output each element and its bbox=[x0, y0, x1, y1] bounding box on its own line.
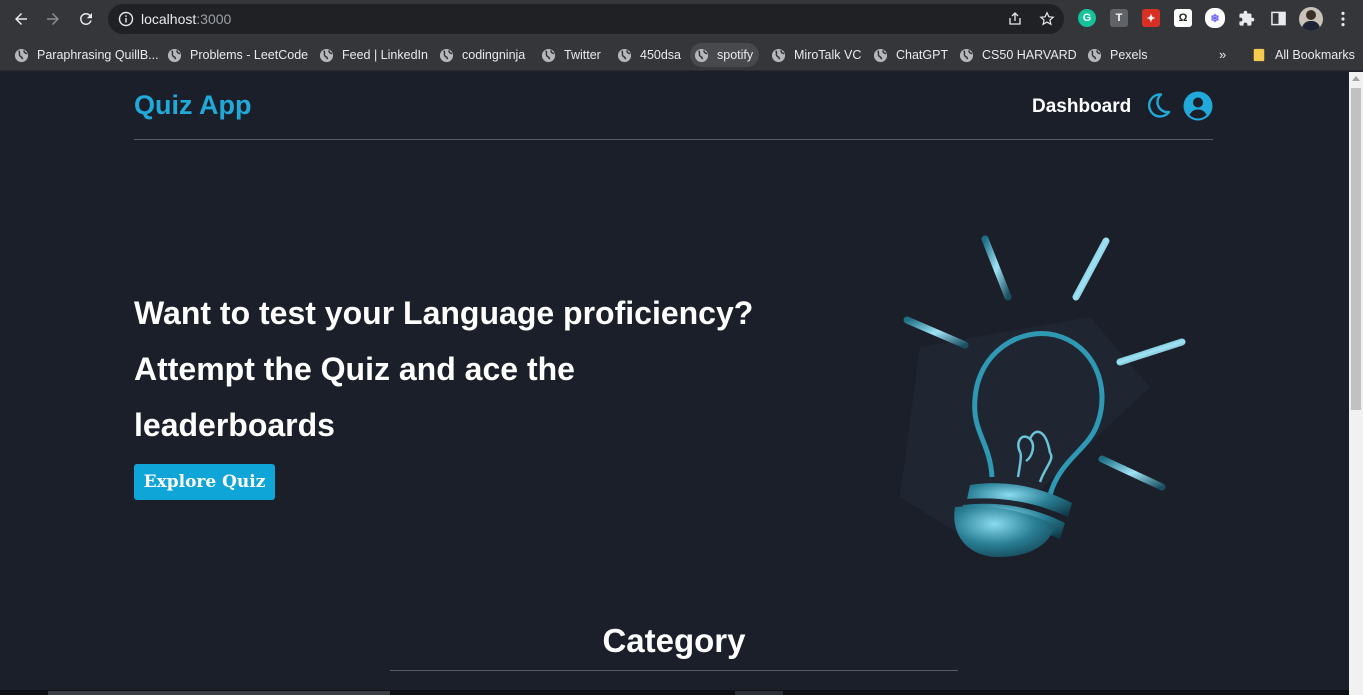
all-bookmarks-label: All Bookmarks bbox=[1275, 48, 1355, 62]
bookmark-chatgpt[interactable]: ChatGPT bbox=[869, 43, 954, 67]
globe-icon bbox=[167, 48, 182, 62]
scrollbar-thumb[interactable] bbox=[1351, 88, 1361, 410]
explore-quiz-button[interactable]: Explore Quiz bbox=[134, 464, 275, 500]
moon-icon[interactable] bbox=[1144, 91, 1172, 119]
bookmark-label: codingninja bbox=[462, 48, 526, 62]
globe-icon bbox=[694, 48, 709, 62]
profile-avatar[interactable] bbox=[1299, 7, 1323, 31]
hero-line-1: Want to test your Language proficiency? bbox=[134, 295, 754, 331]
bookmark-codingninja[interactable]: codingninja bbox=[435, 43, 531, 67]
hero-line-2: Attempt the Quiz and ace the bbox=[134, 351, 575, 387]
all-bookmarks-button[interactable]: All Bookmarks bbox=[1248, 43, 1361, 67]
bookmark-label: spotify bbox=[717, 48, 754, 62]
share-icon[interactable] bbox=[1007, 11, 1023, 27]
bookmark-cs50[interactable]: CS50 HARVARD bbox=[955, 43, 1083, 67]
globe-icon bbox=[319, 48, 334, 62]
dashboard-link[interactable]: Dashboard bbox=[1032, 96, 1131, 118]
info-icon[interactable] bbox=[118, 11, 134, 27]
omega-extension-icon[interactable]: Ω bbox=[1174, 9, 1192, 27]
lightbulb-illustration bbox=[900, 235, 1186, 557]
globe-icon bbox=[439, 48, 454, 62]
globe-icon bbox=[617, 48, 632, 62]
menu-dots-icon[interactable] bbox=[1334, 10, 1352, 28]
user-account-icon[interactable] bbox=[1183, 91, 1213, 121]
globe-icon bbox=[14, 48, 29, 62]
reload-icon bbox=[80, 13, 92, 25]
bookmark-label: Paraphrasing QuillB... bbox=[37, 48, 159, 62]
t-extension-icon[interactable]: T bbox=[1110, 9, 1128, 27]
bookmark-label: ChatGPT bbox=[896, 48, 949, 62]
bookmarks-bar: Paraphrasing QuillB... Problems - LeetCo… bbox=[0, 38, 1363, 71]
side-panel-icon[interactable] bbox=[1271, 11, 1286, 26]
bookmark-pexels[interactable]: Pexels bbox=[1083, 43, 1154, 67]
hero-line-3: leaderboards bbox=[134, 407, 335, 443]
bookmark-twitter[interactable]: Twitter bbox=[537, 43, 607, 67]
globe-icon bbox=[541, 48, 556, 62]
bookmark-label: CS50 HARVARD bbox=[982, 48, 1077, 62]
folder-icon bbox=[1253, 48, 1265, 62]
scroll-strip-segment bbox=[48, 691, 390, 695]
horizontal-scroll-strip bbox=[0, 690, 1349, 695]
globe-icon bbox=[959, 48, 974, 62]
globe-icon bbox=[1087, 48, 1102, 62]
bookmark-mirotalk[interactable]: MiroTalk VC bbox=[767, 43, 867, 67]
page-viewport: Quiz App Dashboard Want to test your Lan… bbox=[0, 72, 1349, 695]
bookmark-label: Feed | LinkedIn bbox=[342, 48, 428, 62]
globe-icon bbox=[771, 48, 786, 62]
arrow-left-icon bbox=[15, 13, 27, 25]
bookmark-linkedin[interactable]: Feed | LinkedIn bbox=[315, 43, 434, 67]
bookmark-label: 450dsa bbox=[640, 48, 682, 62]
bookmark-label: MiroTalk VC bbox=[794, 48, 862, 62]
bookmarks-overflow-button[interactable]: » bbox=[1219, 47, 1226, 62]
bookmark-leetcode[interactable]: Problems - LeetCode bbox=[163, 43, 314, 67]
bookmark-label: Twitter bbox=[564, 48, 601, 62]
scroll-strip-segment bbox=[735, 691, 783, 695]
vertical-scrollbar[interactable] bbox=[1349, 72, 1363, 695]
grammarly-icon[interactable]: G bbox=[1078, 9, 1096, 27]
arrow-right-icon bbox=[47, 13, 59, 25]
url-text: localhost:3000 bbox=[141, 11, 232, 27]
category-divider bbox=[390, 670, 958, 671]
category-heading: Category bbox=[602, 622, 746, 659]
globe-icon bbox=[873, 48, 888, 62]
bookmark-label: Pexels bbox=[1110, 48, 1148, 62]
snowflake-extension-icon[interactable]: ❄ bbox=[1205, 8, 1225, 28]
app-header: Quiz App Dashboard bbox=[134, 72, 1213, 140]
scroll-up-arrow[interactable] bbox=[1352, 76, 1360, 81]
red-extension-icon[interactable]: ✦ bbox=[1142, 9, 1160, 27]
reload-button[interactable] bbox=[74, 7, 98, 31]
back-button[interactable] bbox=[9, 7, 33, 31]
hero-heading: Want to test your Language proficiency? … bbox=[134, 285, 834, 453]
bookmark-paraphrasing[interactable]: Paraphrasing QuillB... bbox=[10, 43, 165, 67]
star-icon[interactable] bbox=[1039, 11, 1055, 27]
bookmark-450dsa[interactable]: 450dsa bbox=[613, 43, 687, 67]
browser-toolbar: localhost:3000 G T ✦ Ω ❄ bbox=[0, 0, 1363, 38]
bookmark-spotify[interactable]: spotify bbox=[690, 43, 760, 67]
address-bar[interactable]: localhost:3000 bbox=[108, 4, 1064, 34]
extensions-puzzle-icon[interactable] bbox=[1238, 10, 1255, 27]
bookmark-label: Problems - LeetCode bbox=[190, 48, 309, 62]
brand-logo[interactable]: Quiz App bbox=[134, 90, 251, 121]
forward-button[interactable] bbox=[41, 7, 65, 31]
